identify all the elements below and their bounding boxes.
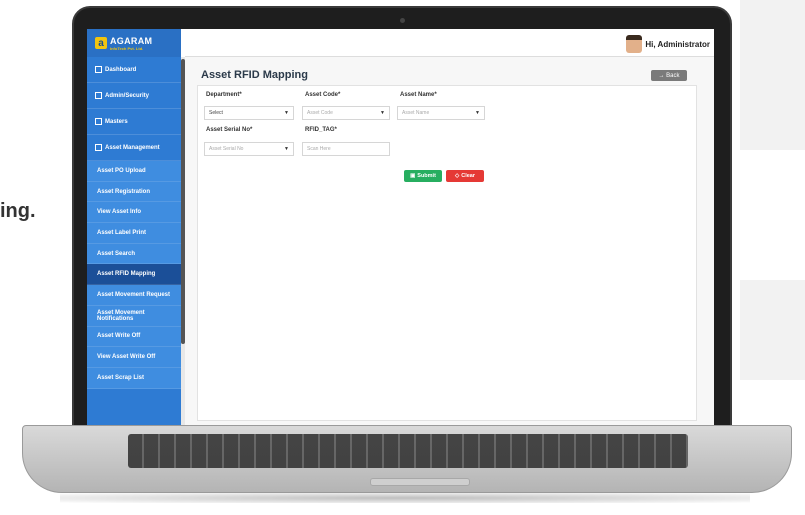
sidebar-subitem-view-asset-info[interactable]: View Asset Info [87,202,181,224]
user-menu[interactable]: Hi, Administrator [626,35,710,53]
chevron-down-icon: ▼ [284,110,289,116]
save-icon: ▣ [410,173,416,179]
submit-button-label: Submit [417,173,436,179]
rfid-tag-label: RFID_TAG* [305,127,337,133]
logo-title: AGARAM [110,35,153,46]
sidebar-subitem-asset-movement-request[interactable]: Asset Movement Request [87,285,181,306]
form-panel: Department* Select ▼ Asset Code* Asset C… [197,85,697,421]
chevron-down-icon: ▼ [475,110,480,116]
asset-serial-label: Asset Serial No* [206,127,253,133]
camera-icon [400,18,405,23]
asset-serial-placeholder: Asset Serial No [209,146,244,152]
logo-text: AGARAM InfoTech Pvt. Ltd. [110,36,152,51]
list-icon [95,144,102,151]
logo-subtitle: InfoTech Pvt. Ltd. [110,45,144,51]
department-select-value: Select [209,110,223,116]
clear-button[interactable]: ◇ Clear [446,170,484,182]
sidebar-item-asset-management[interactable]: Asset Management [87,135,181,161]
user-greeting: Hi, Administrator [645,39,710,49]
sidebar-subitem-asset-po-upload[interactable]: Asset PO Upload [87,161,181,182]
background-strip-bottom [740,280,805,380]
asset-serial-select[interactable]: Asset Serial No ▼ [204,142,294,156]
sidebar-item-label: Asset Management [105,144,160,151]
sidebar-item-label: Masters [105,118,128,125]
laptop-trackpad [370,478,470,486]
monitor-icon [95,118,102,125]
sidebar-item-masters[interactable]: Masters [87,109,181,135]
sidebar-subitem-asset-movement-notifications[interactable]: Asset Movement Notifications [87,305,181,327]
chevron-down-icon: ▼ [380,110,385,116]
asset-name-select[interactable]: Asset Name ▼ [397,106,485,120]
sidebar: a AGARAM InfoTech Pvt. Ltd. Dashboard Ad… [87,29,181,425]
sidebar-item-label: Admin/Security [105,92,150,99]
background-text-fragment: ing. [0,200,36,222]
back-button[interactable]: → Back [651,70,687,81]
asset-code-select[interactable]: Asset Code ▼ [302,106,390,120]
sidebar-subitem-asset-scrap-list[interactable]: Asset Scrap List [87,367,181,389]
eraser-icon: ◇ [455,173,460,179]
submit-button[interactable]: ▣ Submit [404,170,442,182]
asset-name-placeholder: Asset Name [402,110,430,116]
asset-code-label: Asset Code* [305,92,341,98]
page-title: Asset RFID Mapping [201,69,308,81]
laptop-keyboard [128,434,688,468]
rfid-tag-input[interactable]: Scan Here [302,142,390,156]
avatar [626,35,643,53]
asset-name-label: Asset Name* [400,92,437,98]
sidebar-subitem-asset-write-off[interactable]: Asset Write Off [87,326,181,348]
chart-icon [95,66,102,73]
asset-code-placeholder: Asset Code [307,110,333,116]
rfid-tag-placeholder: Scan Here [307,146,331,152]
sidebar-item-label: Dashboard [105,66,137,73]
top-header: Hi, Administrator [185,29,714,57]
sidebar-item-dashboard[interactable]: Dashboard [87,57,181,83]
department-select[interactable]: Select ▼ [204,106,294,120]
sidebar-item-admin-security[interactable]: Admin/Security [87,83,181,109]
main-content: Asset RFID Mapping → Back Department* Se… [185,57,714,425]
sidebar-subitem-asset-registration[interactable]: Asset Registration [87,181,181,203]
sidebar-subitem-asset-search[interactable]: Asset Search [87,243,181,265]
background-strip-top [740,0,805,150]
app-screen: a AGARAM InfoTech Pvt. Ltd. Dashboard Ad… [87,29,714,425]
clear-button-label: Clear [461,173,475,179]
sidebar-subitem-asset-label-print[interactable]: Asset Label Print [87,223,181,244]
users-icon [95,92,102,99]
sidebar-subitem-asset-rfid-mapping[interactable]: Asset RFID Mapping [87,264,181,286]
laptop-shadow [60,493,750,503]
department-label: Department* [206,92,242,98]
sidebar-subitem-view-asset-write-off[interactable]: View Asset Write Off [87,347,181,368]
app-logo[interactable]: a AGARAM InfoTech Pvt. Ltd. [87,29,181,57]
logo-icon: a [95,37,107,49]
chevron-down-icon: ▼ [284,146,289,152]
